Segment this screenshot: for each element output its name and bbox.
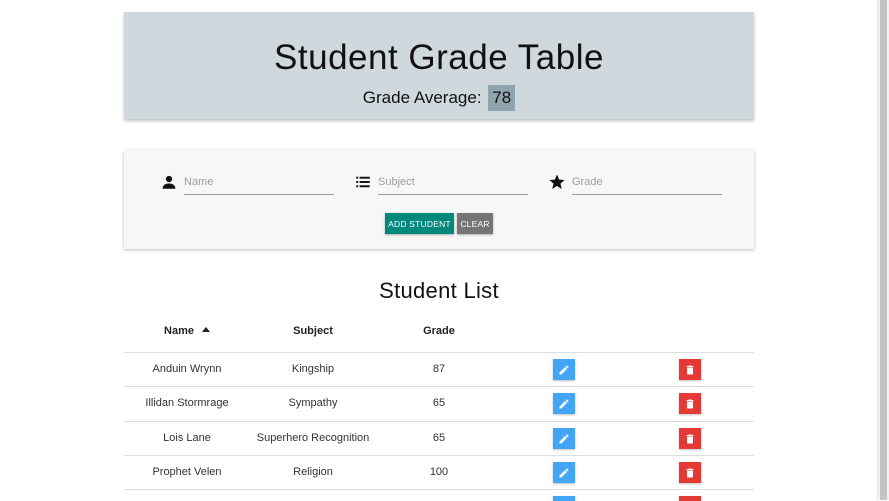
- edit-button[interactable]: [553, 496, 575, 501]
- table-header: Name Subject Grade: [124, 318, 754, 352]
- student-name: Illidan Stormrage: [145, 397, 229, 409]
- table-row: Illidan Stormrage Sympathy 65: [124, 386, 754, 421]
- name-input[interactable]: [184, 170, 334, 195]
- student-name: Prophet Velen: [152, 466, 222, 478]
- page-scrollbar[interactable]: [877, 0, 889, 500]
- trash-icon: [686, 399, 694, 408]
- table-row: Lois Lane Superhero Recognition 65: [124, 421, 754, 456]
- pencil-icon: [559, 399, 569, 408]
- grade-input[interactable]: [572, 170, 722, 195]
- pencil-icon: [559, 468, 569, 477]
- student-grade: 65: [432, 397, 446, 409]
- student-name: Anduin Wrynn: [152, 363, 222, 375]
- trash-icon: [686, 468, 694, 477]
- delete-button[interactable]: [679, 428, 701, 449]
- edit-button[interactable]: [553, 359, 575, 380]
- edit-button[interactable]: [553, 393, 575, 414]
- student-subject: Superhero Recognition: [256, 432, 370, 444]
- add-student-form: ADD STUDENT CLEAR: [124, 150, 754, 249]
- list-icon: [356, 176, 370, 188]
- student-subject: Religion: [293, 466, 333, 478]
- header-card: Student Grade Table Grade Average: 78: [124, 12, 754, 119]
- student-subject: Kingship: [291, 363, 335, 375]
- table-row: Anduin Wrynn Kingship 87: [124, 352, 754, 387]
- scrollbar-thumb[interactable]: [880, 0, 887, 500]
- clear-button[interactable]: CLEAR: [457, 213, 493, 234]
- column-header-name[interactable]: Name: [124, 325, 250, 337]
- table-row: Prophet Velen Religion 100: [124, 455, 754, 490]
- sort-ascending-icon: [201, 326, 210, 332]
- delete-button[interactable]: [679, 393, 701, 414]
- page-title: Student Grade Table: [274, 38, 604, 77]
- delete-button[interactable]: [679, 462, 701, 483]
- edit-button[interactable]: [553, 462, 575, 483]
- grade-average: Grade Average: 78: [124, 85, 754, 111]
- star-icon: [549, 174, 565, 189]
- column-header-grade[interactable]: Grade: [376, 325, 502, 337]
- column-header-subject[interactable]: Subject: [250, 325, 376, 337]
- delete-button[interactable]: [679, 359, 701, 380]
- person-icon: [162, 175, 176, 189]
- student-subject: Sympathy: [288, 397, 338, 409]
- student-grade: 87: [432, 363, 446, 375]
- column-header-name-label: Name: [164, 325, 194, 337]
- student-grade: 100: [429, 466, 449, 478]
- table-row: [124, 489, 754, 501]
- trash-icon: [686, 434, 694, 443]
- pencil-icon: [559, 365, 569, 374]
- add-student-button[interactable]: ADD STUDENT: [385, 213, 454, 234]
- trash-icon: [686, 365, 694, 374]
- pencil-icon: [559, 434, 569, 443]
- edit-button[interactable]: [553, 428, 575, 449]
- student-list-title: Student List: [379, 278, 499, 303]
- student-grade: 65: [432, 432, 446, 444]
- subject-input[interactable]: [378, 170, 528, 195]
- delete-button[interactable]: [679, 496, 701, 501]
- grade-average-badge: 78: [488, 85, 516, 111]
- student-name: Lois Lane: [163, 432, 211, 444]
- grade-average-label: Grade Average:: [362, 88, 482, 107]
